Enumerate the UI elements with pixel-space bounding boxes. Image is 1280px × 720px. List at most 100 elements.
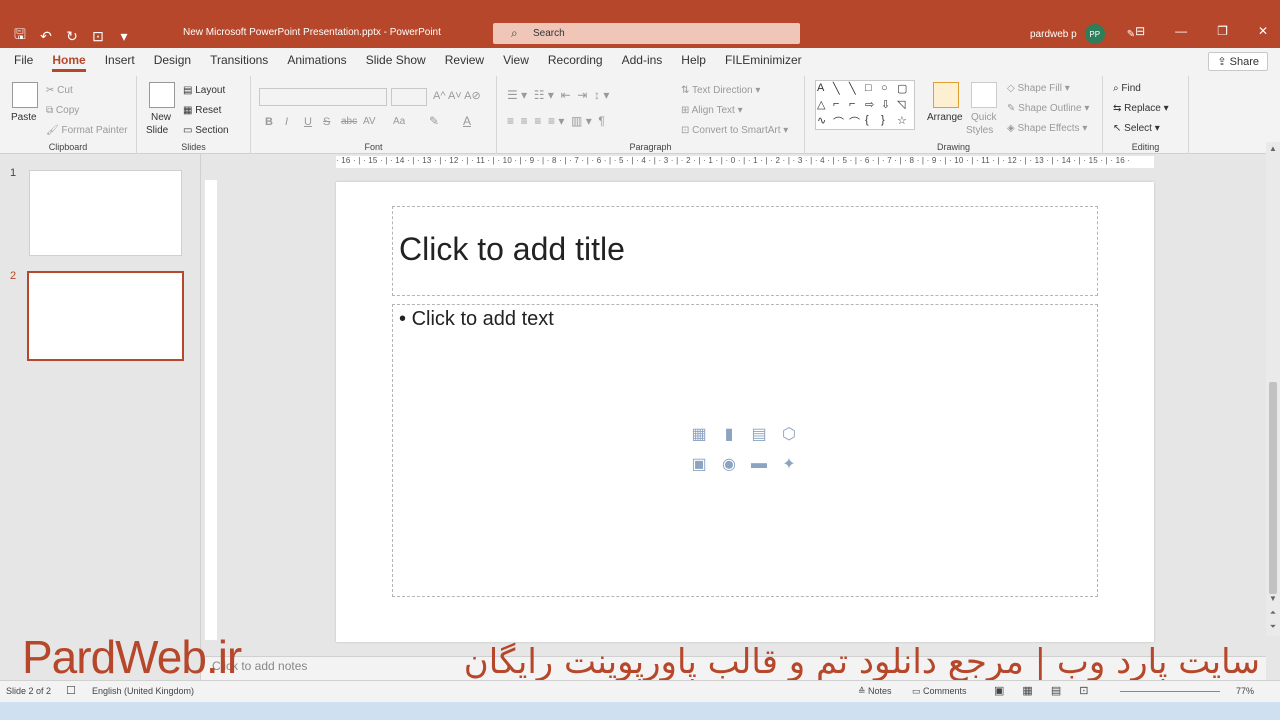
tab-design[interactable]: Design bbox=[154, 50, 191, 70]
pen-icon[interactable]: ✎ bbox=[1127, 29, 1135, 40]
tab-review[interactable]: Review bbox=[445, 50, 484, 70]
character-spacing-button[interactable]: AV bbox=[363, 116, 376, 127]
align-text-button[interactable]: ⊞ Align Text ▾ bbox=[681, 105, 743, 116]
restore-icon[interactable]: ❐ bbox=[1217, 24, 1228, 38]
shape-brace-left-icon[interactable]: { bbox=[865, 114, 881, 130]
select-button[interactable]: ↖ Select ▾ bbox=[1113, 123, 1160, 134]
search-box[interactable]: ⌕ Search bbox=[493, 23, 800, 44]
highlight-icon[interactable]: ✎ bbox=[429, 114, 439, 128]
shape-rect-icon[interactable]: □ bbox=[865, 82, 881, 98]
tab-insert[interactable]: Insert bbox=[105, 50, 135, 70]
new-slide-icon[interactable] bbox=[149, 82, 175, 108]
shape-arrow-down-icon[interactable]: ⇩ bbox=[881, 98, 897, 114]
shape-arrow-right-icon[interactable]: ⇨ bbox=[865, 98, 881, 114]
paste-button[interactable]: Paste bbox=[11, 112, 37, 123]
text-direction-button[interactable]: ⇅ Text Direction ▾ bbox=[681, 85, 760, 96]
shape-fill-button[interactable]: ◇ Shape Fill ▾ bbox=[1007, 83, 1070, 94]
shape-rounded-icon[interactable]: ▢ bbox=[897, 82, 913, 98]
shape-brace-right-icon[interactable]: } bbox=[881, 114, 897, 130]
underline-button[interactable]: U bbox=[304, 116, 312, 128]
tab-home[interactable]: Home bbox=[52, 50, 87, 72]
title-placeholder[interactable]: Click to add title bbox=[392, 206, 1098, 296]
shape-line2-icon[interactable]: ╲ bbox=[849, 82, 865, 98]
customize-toolbar-icon[interactable]: ▾ bbox=[116, 28, 132, 45]
minimize-icon[interactable]: — bbox=[1175, 24, 1187, 38]
shape-connector2-icon[interactable]: ⌐ bbox=[849, 98, 865, 114]
shape-star-icon[interactable]: ☆ bbox=[897, 114, 913, 130]
insert-stock-images-icon[interactable]: ◉ bbox=[719, 455, 739, 473]
next-slide-icon[interactable]: ⏷ bbox=[1266, 622, 1280, 632]
quick-styles-icon[interactable] bbox=[971, 82, 997, 108]
shape-effects-button[interactable]: ◈ Shape Effects ▾ bbox=[1007, 123, 1087, 134]
close-icon[interactable]: ✕ bbox=[1258, 24, 1268, 38]
italic-button[interactable]: I bbox=[285, 116, 288, 128]
cut-button[interactable]: ✂ Cut bbox=[46, 85, 73, 96]
shape-callout-icon[interactable]: ◹ bbox=[897, 98, 913, 114]
slide-thumbnail-2[interactable] bbox=[27, 271, 184, 361]
change-case-button[interactable]: Aa bbox=[393, 116, 405, 127]
insert-3d-model-icon[interactable]: ⬡ bbox=[779, 425, 799, 443]
slide-thumbnail-1[interactable] bbox=[29, 170, 182, 256]
quick-styles-line1[interactable]: Quick bbox=[971, 112, 997, 123]
spelling-icon[interactable]: ☐ bbox=[66, 684, 76, 697]
section-button[interactable]: ▭ Section bbox=[183, 125, 229, 136]
shape-arc-icon[interactable]: ⌒ bbox=[833, 114, 849, 130]
tab-fileminimizer[interactable]: FILEminimizer bbox=[725, 50, 802, 70]
insert-icons-icon[interactable]: ✦ bbox=[779, 455, 799, 473]
ribbon-display-icon[interactable]: ⊟ bbox=[1135, 24, 1145, 38]
tab-file[interactable]: File bbox=[14, 50, 33, 70]
insert-table-icon[interactable]: ▦ bbox=[689, 425, 709, 443]
bullets-icon[interactable]: ☰ ▾ ☷ ▾ ⇤ ⇥ ↕ ▾ bbox=[507, 88, 609, 102]
format-painter-button[interactable]: 🖌 Format Painter bbox=[46, 125, 128, 136]
insert-picture-icon[interactable]: ▣ bbox=[689, 455, 709, 473]
share-button[interactable]: ⇪ Share bbox=[1208, 52, 1268, 71]
shape-oval-icon[interactable]: ○ bbox=[881, 82, 897, 98]
undo-icon[interactable]: ↶ bbox=[38, 28, 54, 45]
present-icon[interactable]: ⊡ bbox=[90, 28, 106, 45]
comments-button[interactable]: ▭ Comments bbox=[912, 686, 967, 697]
shape-curve-icon[interactable]: ∿ bbox=[817, 114, 833, 130]
new-slide-button-line2[interactable]: Slide bbox=[146, 125, 168, 136]
normal-view-icon[interactable]: ▣ bbox=[994, 684, 1004, 697]
previous-slide-icon[interactable]: ⏶ bbox=[1266, 608, 1280, 618]
arrange-button[interactable]: Arrange bbox=[927, 112, 963, 123]
font-size-dropdown[interactable] bbox=[391, 88, 427, 106]
language-indicator[interactable]: English (United Kingdom) bbox=[92, 686, 194, 696]
tab-slide-show[interactable]: Slide Show bbox=[366, 50, 426, 70]
notes-button[interactable]: ≙ Notes bbox=[858, 686, 892, 697]
reading-view-icon[interactable]: ▤ bbox=[1051, 684, 1061, 697]
arrange-icon[interactable] bbox=[933, 82, 959, 108]
scrollbar-thumb[interactable] bbox=[1269, 382, 1277, 594]
font-color-icon[interactable]: A bbox=[463, 114, 471, 128]
zoom-level[interactable]: 77% bbox=[1236, 686, 1254, 696]
reset-button[interactable]: ▦ Reset bbox=[183, 105, 221, 116]
tab-help[interactable]: Help bbox=[681, 50, 706, 70]
save-icon[interactable]: 🖫 bbox=[12, 24, 28, 48]
tab-view[interactable]: View bbox=[503, 50, 529, 70]
shape-textbox-icon[interactable]: A bbox=[817, 82, 833, 98]
redo-icon[interactable]: ↻ bbox=[64, 28, 80, 45]
replace-button[interactable]: ⇆ Replace ▾ bbox=[1113, 103, 1169, 114]
shape-freeform-icon[interactable]: ⌒ bbox=[849, 114, 865, 130]
bold-button[interactable]: B bbox=[265, 116, 273, 128]
insert-chart-icon[interactable]: ▮ bbox=[719, 425, 739, 443]
quick-styles-line2[interactable]: Styles bbox=[966, 125, 993, 136]
align-icons[interactable]: ≡ ≡ ≡ ≡ ▾ ▥ ▾ ¶ bbox=[507, 114, 605, 128]
paste-icon[interactable] bbox=[12, 82, 38, 108]
copy-button[interactable]: ⧉ Copy bbox=[46, 105, 79, 116]
shape-triangle-icon[interactable]: △ bbox=[817, 98, 833, 114]
vertical-scrollbar[interactable]: ▲ ▼ ⏶ ⏷ bbox=[1266, 142, 1280, 636]
layout-button[interactable]: ▤ Layout bbox=[183, 85, 225, 96]
new-slide-button-line1[interactable]: New bbox=[151, 112, 171, 123]
strikethrough-button[interactable]: S bbox=[323, 116, 330, 128]
font-name-dropdown[interactable] bbox=[259, 88, 387, 106]
tab-add-ins[interactable]: Add-ins bbox=[622, 50, 663, 70]
zoom-slider[interactable] bbox=[1120, 691, 1220, 692]
shape-line-icon[interactable]: ╲ bbox=[833, 82, 849, 98]
tab-animations[interactable]: Animations bbox=[287, 50, 346, 70]
shape-outline-button[interactable]: ✎ Shape Outline ▾ bbox=[1007, 103, 1089, 114]
shape-connector-icon[interactable]: ⌐ bbox=[833, 98, 849, 114]
tab-recording[interactable]: Recording bbox=[548, 50, 603, 70]
insert-video-icon[interactable]: ▬ bbox=[749, 455, 769, 473]
insert-smartart-icon[interactable]: ▤ bbox=[749, 425, 769, 443]
